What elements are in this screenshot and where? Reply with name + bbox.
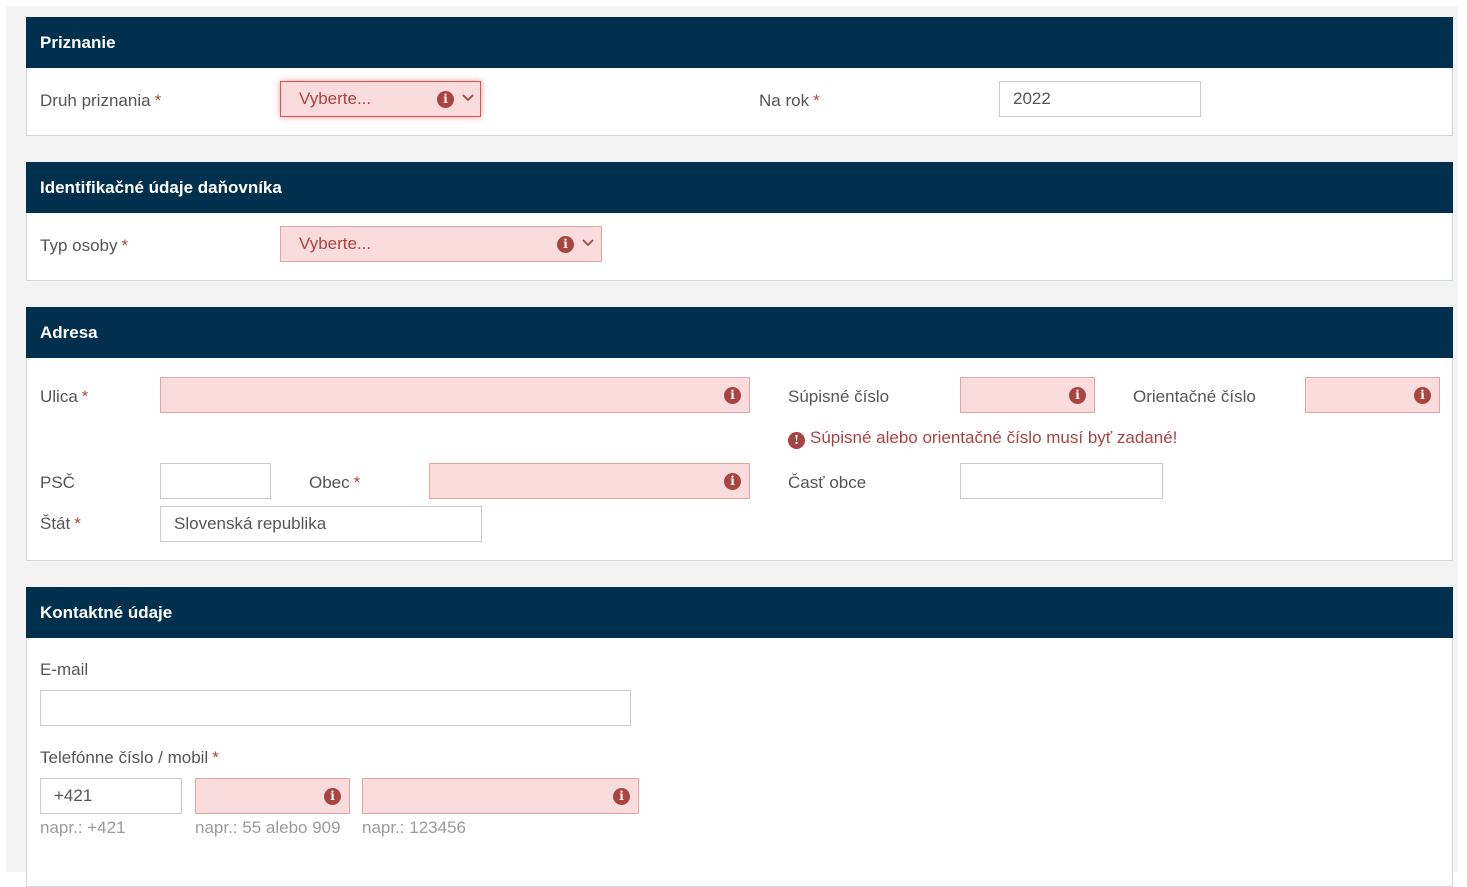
telefon-prefix-input[interactable] (40, 778, 182, 814)
stat-label-text: Štát (40, 514, 71, 533)
stat-label: Štát * (40, 514, 81, 534)
obec-input[interactable]: i (429, 463, 750, 499)
na-rok-label-text: Na rok (759, 91, 810, 110)
exclamation-circle-icon: ! (788, 432, 805, 449)
supisne-cislo-input[interactable]: i (960, 377, 1095, 413)
error-icon: i (557, 236, 574, 253)
panel-priznanie: Priznanie Druh priznania * Vyberte... i N… (26, 17, 1453, 136)
required-mark: * (154, 91, 162, 110)
panel-identifikacia: Identifikačné údaje daňovníka Typ osoby *… (26, 162, 1453, 281)
panel-title-priznanie: Priznanie (26, 17, 1453, 68)
error-icon: i (613, 788, 630, 805)
error-icon: i (1414, 387, 1431, 404)
psc-input[interactable] (160, 463, 271, 499)
error-icon: i (724, 387, 741, 404)
email-input[interactable] (40, 690, 631, 726)
supisne-cislo-label: Súpisné číslo (788, 387, 890, 406)
form-page: Priznanie Druh priznania * Vyberte... i N… (6, 6, 1458, 887)
error-icon: i (437, 91, 454, 108)
panel-title-identifikacia: Identifikačné údaje daňovníka (26, 162, 1453, 213)
chevron-down-icon (462, 89, 476, 109)
telefon-number-hint: napr.: 123456 (362, 818, 466, 837)
typ-osoby-select-value: Vyberte... (299, 234, 372, 253)
email-label: E-mail (40, 660, 89, 679)
cast-obce-input[interactable] (960, 463, 1163, 499)
orientacne-cislo-label: Orientačné číslo (1133, 387, 1256, 406)
telefon-label: Telefónne číslo / mobil * (40, 748, 219, 768)
telefon-area-input[interactable]: i (195, 778, 350, 814)
error-icon: i (324, 788, 341, 805)
required-mark: * (81, 387, 89, 406)
druh-priznania-select-value: Vyberte... (299, 89, 372, 108)
druh-priznania-select[interactable]: Vyberte... i (280, 81, 481, 117)
cislo-error-message: ! Súpisné alebo orientačné číslo musí byť… (788, 428, 1178, 449)
telefon-label-text: Telefónne číslo / mobil (40, 748, 209, 767)
ulica-label: Ulica * (40, 387, 88, 407)
chevron-down-icon (582, 234, 596, 254)
druh-priznania-label: Druh priznania * (40, 91, 161, 111)
typ-osoby-select[interactable]: Vyberte... i (280, 226, 602, 262)
na-rok-input[interactable] (999, 81, 1201, 117)
error-icon: i (1069, 387, 1086, 404)
na-rok-label: Na rok * (759, 91, 820, 111)
ulica-input[interactable]: i (160, 377, 750, 413)
stat-input[interactable] (160, 506, 482, 542)
druh-priznania-label-text: Druh priznania (40, 91, 151, 110)
orientacne-cislo-input[interactable]: i (1305, 377, 1440, 413)
obec-label-text: Obec (309, 473, 350, 492)
required-mark: * (353, 473, 361, 492)
required-mark: * (212, 748, 219, 767)
required-mark: * (813, 91, 820, 110)
panel-title-adresa: Adresa (26, 307, 1453, 358)
panel-kontakt: Kontaktné údaje E-mail Telefónne číslo /… (26, 587, 1453, 887)
panel-title-kontakt: Kontaktné údaje (26, 587, 1453, 638)
obec-label: Obec * (309, 473, 360, 493)
panel-adresa: Adresa Ulica * i Súpisné číslo i Orientač… (26, 307, 1453, 561)
psc-label: PSČ (40, 473, 75, 492)
cast-obce-label: Časť obce (788, 473, 867, 492)
typ-osoby-label-text: Typ osoby (40, 236, 118, 255)
telefon-prefix-hint: napr.: +421 (40, 818, 126, 837)
error-icon: i (724, 473, 741, 490)
telefon-area-hint: napr.: 55 alebo 909 (195, 818, 341, 837)
ulica-label-text: Ulica (40, 387, 78, 406)
typ-osoby-label: Typ osoby * (40, 236, 128, 256)
cislo-error-text: Súpisné alebo orientačné číslo musí byť … (810, 428, 1178, 447)
required-mark: * (121, 236, 129, 255)
required-mark: * (74, 514, 81, 533)
telefon-number-input[interactable]: i (362, 778, 639, 814)
